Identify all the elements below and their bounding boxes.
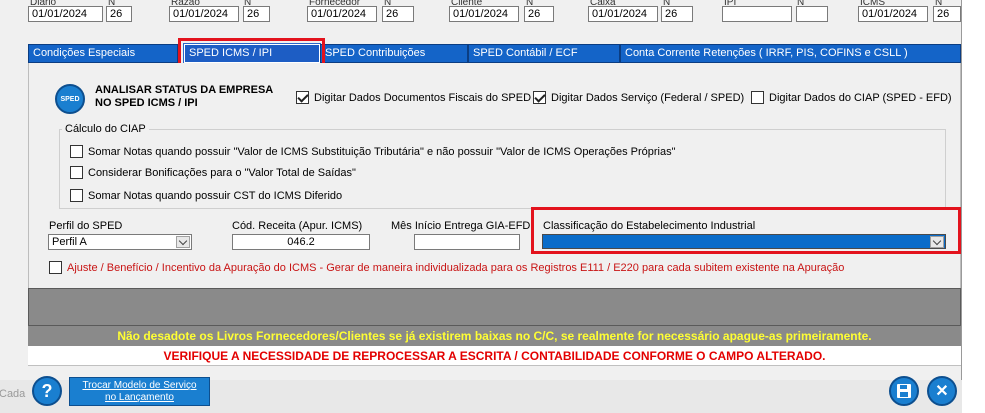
trocar-modelo-line1: Trocar Modelo de Serviço xyxy=(82,380,197,391)
save-icon-glyph xyxy=(897,384,911,398)
checkbox-dados-servico[interactable] xyxy=(533,91,546,104)
option-dados-servico-label: Digitar Dados Serviço (Federal / SPED) xyxy=(551,91,745,104)
checkbox-dados-ciap[interactable] xyxy=(751,91,764,104)
diario-n-field[interactable]: 26 xyxy=(106,6,132,22)
status-title-line1: ANALISAR STATUS DA EMPRESA xyxy=(95,84,274,96)
status-title: ANALISAR STATUS DA EMPRESA NO SPED ICMS … xyxy=(95,84,273,110)
razao-n-field[interactable]: 26 xyxy=(243,6,270,22)
ciap-option-diferido[interactable]: Somar Notas quando possuir CST do ICMS D… xyxy=(70,189,342,202)
option-dados-ciap-label: Digitar Dados do CIAP (SPED - EFD) xyxy=(769,91,952,104)
classificacao-select[interactable] xyxy=(542,234,946,249)
chevron-down-icon[interactable] xyxy=(930,236,944,248)
ajuste-option[interactable]: Ajuste / Benefício / Incentivo da Apuraç… xyxy=(49,261,844,274)
option-dados-servico[interactable]: Digitar Dados Serviço (Federal / SPED) xyxy=(533,91,744,104)
perfil-select[interactable]: Perfil A xyxy=(48,234,192,250)
cliente-date-field[interactable]: 01/01/2024 xyxy=(449,6,519,22)
checkbox-bonificacoes[interactable] xyxy=(70,166,83,179)
caixa-n-field[interactable]: 26 xyxy=(661,6,693,22)
footer-cut-text: Cada xyxy=(0,388,26,400)
help-icon[interactable]: ? xyxy=(32,376,62,406)
sped-icon-text: SPED xyxy=(60,95,80,103)
save-icon[interactable] xyxy=(889,376,919,406)
warning-yellow: Não desadote os Livros Fornecedores/Clie… xyxy=(28,326,961,346)
tab-conta-corrente-retencoes[interactable]: Conta Corrente Retenções ( IRRF, PIS, CO… xyxy=(620,44,961,63)
ajuste-option-label: Ajuste / Benefício / Incentivo da Apuraç… xyxy=(67,261,845,274)
ciap-option-bonificacoes[interactable]: Considerar Bonificações para o "Valor To… xyxy=(70,166,356,179)
sped-icon[interactable]: SPED xyxy=(55,84,85,114)
trocar-modelo-button[interactable]: Trocar Modelo de Serviço no Lançamento xyxy=(69,377,210,406)
status-title-line2: NO SPED ICMS / IPI xyxy=(95,97,198,109)
checkbox-ajuste[interactable] xyxy=(49,261,62,274)
caixa-date-field[interactable]: 01/01/2024 xyxy=(588,6,658,22)
fornecedor-n-field[interactable]: 26 xyxy=(382,6,414,22)
icms-date-field[interactable]: 01/01/2024 xyxy=(858,6,928,22)
perfil-label: Perfil do SPED xyxy=(49,220,123,232)
checkbox-diferido[interactable] xyxy=(70,189,83,202)
tab-sped-contabil-ecf[interactable]: SPED Contábil / ECF xyxy=(468,44,620,63)
receita-label: Cód. Receita (Apur. ICMS) xyxy=(232,220,363,232)
icms-n-field[interactable]: 26 xyxy=(933,6,961,22)
tab-sped-contribuicoes[interactable]: SPED Contribuições xyxy=(320,44,468,63)
chevron-down-icon[interactable] xyxy=(176,236,190,248)
checkbox-somar-st[interactable] xyxy=(70,145,83,158)
window: Diário 01/01/2024 N 26 Razão 01/01/2024 … xyxy=(0,0,962,413)
classificacao-label: Classificação do Estabelecimento Industr… xyxy=(543,220,756,232)
close-icon[interactable]: ✕ xyxy=(927,376,957,406)
ciap-option-diferido-label: Somar Notas quando possuir CST do ICMS D… xyxy=(88,189,343,202)
cliente-n-field[interactable]: 26 xyxy=(524,6,554,22)
diario-date-field[interactable]: 01/01/2024 xyxy=(28,6,103,22)
ciap-option-bonificacoes-label: Considerar Bonificações para o "Valor To… xyxy=(88,166,356,179)
option-documentos-fiscais[interactable]: Digitar Dados Documentos Fiscais do SPED xyxy=(296,91,531,104)
option-dados-ciap[interactable]: Digitar Dados do CIAP (SPED - EFD) xyxy=(751,91,952,104)
ipi-date-field[interactable] xyxy=(722,6,792,22)
message-gray-bar xyxy=(28,288,961,326)
checkbox-documentos-fiscais[interactable] xyxy=(296,91,309,104)
perfil-select-value: Perfil A xyxy=(52,236,87,248)
warning-red: VERIFIQUE A NECESSIDADE DE REPROCESSAR A… xyxy=(28,346,961,366)
tab-condicoes-especiais[interactable]: Condições Especiais xyxy=(28,44,178,63)
razao-date-field[interactable]: 01/01/2024 xyxy=(169,6,239,22)
trocar-modelo-line2: no Lançamento xyxy=(105,392,174,403)
ciap-option-somar-st-label: Somar Notas quando possuir "Valor de ICM… xyxy=(88,145,676,158)
ciap-group-title: Cálculo do CIAP xyxy=(62,123,149,135)
receita-input[interactable]: 046.2 xyxy=(232,234,370,250)
ipi-n-field[interactable] xyxy=(796,6,828,22)
tab-bar: Condições Especiais SPED ICMS / IPI SPED… xyxy=(28,43,961,64)
option-documentos-fiscais-label: Digitar Dados Documentos Fiscais do SPED xyxy=(314,91,532,104)
mes-inicio-label: Mês Início Entrega GIA-EFD xyxy=(391,220,531,232)
ciap-option-somar-st[interactable]: Somar Notas quando possuir "Valor de ICM… xyxy=(70,145,676,158)
fornecedor-date-field[interactable]: 01/01/2024 xyxy=(307,6,377,22)
mes-inicio-input[interactable] xyxy=(414,234,520,250)
